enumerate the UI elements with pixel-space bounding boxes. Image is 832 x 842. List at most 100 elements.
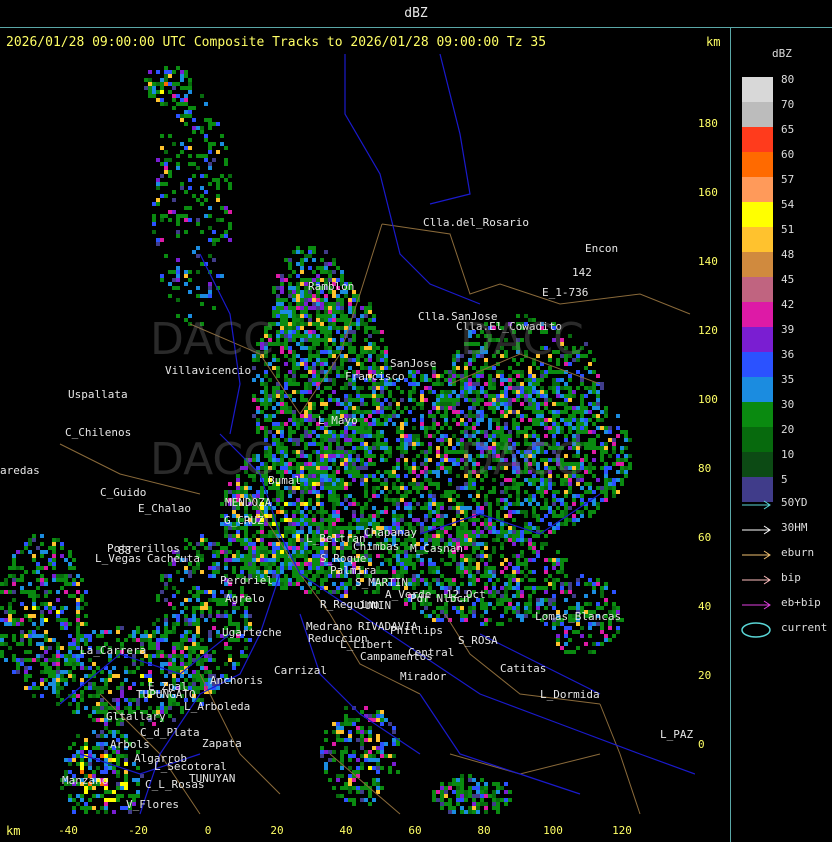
radar-echo-cell <box>444 530 448 534</box>
radar-echo-cell <box>416 382 420 386</box>
radar-echo-cell <box>436 394 440 398</box>
radar-echo-cell <box>312 402 316 406</box>
radar-echo-cell <box>376 590 380 594</box>
radar-echo-cell <box>620 478 624 482</box>
radar-echo-cell <box>568 490 572 494</box>
radar-echo-cell <box>492 378 496 382</box>
radar-echo-cell <box>464 422 468 426</box>
radar-echo-cell <box>592 474 596 478</box>
radar-echo-cell <box>392 498 396 502</box>
radar-echo-cell <box>268 398 272 402</box>
radar-echo-cell <box>368 450 372 454</box>
radar-echo-cell <box>368 326 372 330</box>
radar-echo-cell <box>404 546 408 550</box>
radar-echo-cell <box>364 338 368 342</box>
radar-echo-cell <box>564 494 568 498</box>
radar-echo-cell <box>584 446 588 450</box>
radar-echo-cell <box>220 590 224 594</box>
radar-echo-cell <box>592 414 596 418</box>
radar-echo-cell <box>552 498 556 502</box>
radar-echo-cell <box>472 414 476 418</box>
radar-echo-cell <box>380 458 384 462</box>
radar-echo-cell <box>168 574 172 578</box>
radar-echo-cell <box>332 478 336 482</box>
radar-echo-cell <box>580 398 584 402</box>
radar-echo-cell <box>244 490 248 494</box>
radar-echo-cell <box>372 486 376 490</box>
radar-echo-cell <box>164 614 168 618</box>
radar-echo-cell <box>276 458 280 462</box>
radar-echo-cell <box>280 422 284 426</box>
radar-echo-cell <box>312 430 316 434</box>
radar-echo-cell <box>296 382 300 386</box>
radar-echo-cell <box>304 514 308 518</box>
radar-echo-cell <box>304 590 308 594</box>
radar-echo-cell <box>280 350 284 354</box>
radar-echo-cell <box>348 358 352 362</box>
window-title: dBZ <box>404 6 428 21</box>
radar-echo-cell <box>204 546 208 550</box>
radar-echo-cell <box>572 518 576 522</box>
radar-echo-cell <box>544 406 548 410</box>
radar-echo-cell <box>196 646 200 650</box>
radar-echo-cell <box>576 494 580 498</box>
radar-echo-cell <box>268 394 272 398</box>
radar-echo-cell <box>496 402 500 406</box>
radar-echo-cell <box>396 406 400 410</box>
radar-echo-cell <box>432 498 436 502</box>
radar-echo-cell <box>328 354 332 358</box>
radar-echo-cell <box>340 582 344 586</box>
radar-echo-cell <box>468 378 472 382</box>
radar-echo-cell <box>400 494 404 498</box>
radar-echo-cell <box>304 546 308 550</box>
radar-echo-cell <box>352 298 356 302</box>
radar-echo-cell <box>552 510 556 514</box>
radar-echo-cell <box>372 434 376 438</box>
radar-echo-cell <box>308 490 312 494</box>
radar-echo-cell <box>212 574 216 578</box>
radar-echo-cell <box>348 450 352 454</box>
radar-echo-cell <box>320 314 324 318</box>
radar-echo-cell <box>412 398 416 402</box>
radar-echo-cell <box>576 370 580 374</box>
radar-echo-cell <box>196 542 200 546</box>
radar-echo-cell <box>184 622 188 626</box>
radar-echo-cell <box>344 326 348 330</box>
radar-echo-cell <box>480 410 484 414</box>
radar-echo-cell <box>348 466 352 470</box>
radar-echo-cell <box>440 506 444 510</box>
radar-echo-cell <box>348 330 352 334</box>
radar-echo-cell <box>364 350 368 354</box>
radar-echo-cell <box>312 482 316 486</box>
radar-echo-cell <box>544 506 548 510</box>
radar-echo-cell <box>528 394 532 398</box>
radar-echo-cell <box>200 542 204 546</box>
radar-echo-cell <box>524 386 528 390</box>
radar-echo-cell <box>264 386 268 390</box>
radar-echo-cell <box>496 422 500 426</box>
radar-echo-cell <box>556 506 560 510</box>
radar-echo-cell <box>248 546 252 550</box>
radar-echo-cell <box>472 426 476 430</box>
radar-echo-cell <box>504 498 508 502</box>
radar-echo-cell <box>232 554 236 558</box>
radar-echo-cell <box>348 470 352 474</box>
radar-echo-cell <box>224 646 228 650</box>
radar-echo-cell <box>236 558 240 562</box>
radar-echo-cell <box>412 478 416 482</box>
radar-echo-cell <box>204 590 208 594</box>
radar-echo-cell <box>232 538 236 542</box>
radar-map[interactable]: Clla.del_Rosario Encon 142 E_1-736 Ramblon Cl… <box>0 54 695 816</box>
radar-echo-cell <box>164 586 168 590</box>
radar-echo-cell <box>292 502 296 506</box>
radar-echo-cell <box>528 378 532 382</box>
radar-echo-cell <box>188 570 192 574</box>
radar-echo-cell <box>276 438 280 442</box>
radar-echo-cell <box>184 646 188 650</box>
radar-echo-cell <box>304 418 308 422</box>
radar-echo-cell <box>476 378 480 382</box>
radar-echo-cell <box>312 586 316 590</box>
radar-echo-cell <box>596 434 600 438</box>
radar-echo-cell <box>628 454 632 458</box>
radar-echo-cell <box>384 510 388 514</box>
